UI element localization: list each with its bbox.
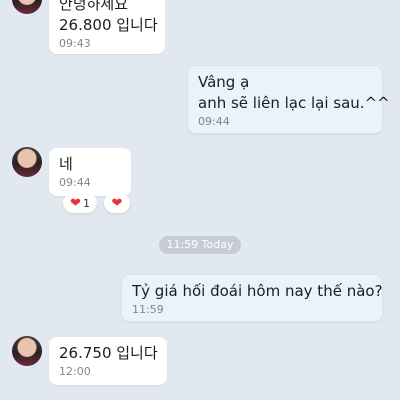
date-divider: 11:59 Today	[159, 236, 241, 254]
message-text: Tỷ giá hối đoái hôm nay thế nào?	[132, 282, 383, 300]
message-text: 안녕하세요	[59, 0, 129, 13]
message-bubble-outgoing[interactable]: Tỷ giá hối đoái hôm nay thế nào? 11:59	[121, 274, 383, 322]
message-time: 09:43	[59, 37, 91, 50]
message-bubble-incoming[interactable]: 26.750 입니다 12:00	[49, 337, 167, 385]
message-bubble-incoming[interactable]: 안녕하세요 26.800 입니다 09:43	[49, 0, 165, 54]
heart-icon: ❤	[70, 195, 81, 211]
message-text: 네	[59, 155, 73, 173]
message-bubble-incoming[interactable]: 네 09:44	[49, 148, 131, 196]
message-time: 09:44	[59, 176, 91, 189]
message-bubble-outgoing[interactable]: Vâng ạ anh sẽ liên lạc lại sau.^^ 09:44	[187, 65, 390, 134]
add-reaction-button[interactable]: ❤	[104, 193, 130, 213]
reaction-badge[interactable]: ❤ 1	[63, 193, 97, 213]
message-text: anh sẽ liên lạc lại sau.^^	[198, 94, 390, 112]
heart-icon: ❤	[111, 195, 123, 211]
sender-avatar[interactable]	[12, 147, 42, 177]
message-text: 26.800 입니다	[59, 16, 158, 34]
message-time: 11:59	[132, 303, 164, 316]
message-text: 26.750 입니다	[59, 344, 158, 362]
message-time: 12:00	[59, 365, 91, 378]
message-time: 09:44	[198, 115, 230, 128]
message-text: Vâng ạ	[198, 73, 250, 91]
reaction-count: 1	[82, 196, 90, 210]
sender-avatar[interactable]	[12, 336, 42, 366]
sender-avatar[interactable]	[12, 0, 42, 14]
